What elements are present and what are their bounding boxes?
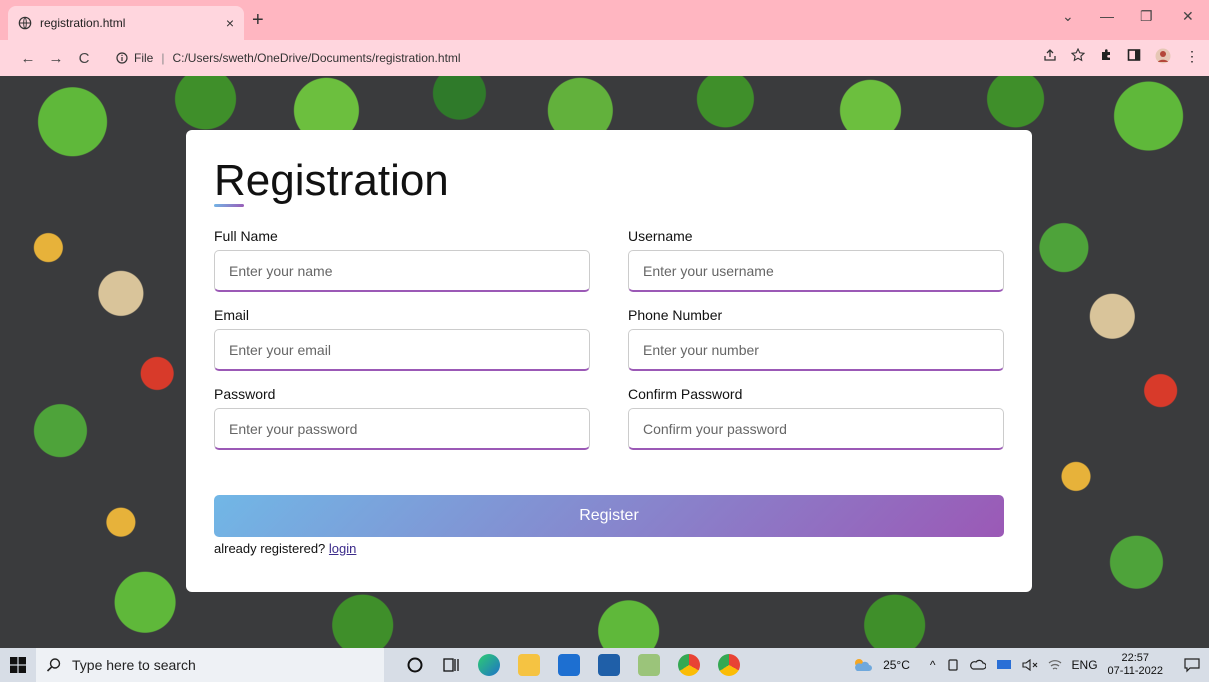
weather-icon[interactable] bbox=[851, 657, 873, 673]
login-prompt: already registered? login bbox=[214, 541, 356, 556]
cortana-icon[interactable] bbox=[406, 656, 424, 674]
windows-logo-icon bbox=[10, 657, 26, 673]
tab-close-icon[interactable]: × bbox=[226, 15, 234, 31]
password-field-group: Password bbox=[214, 386, 590, 450]
clock[interactable]: 22:57 07-11-2022 bbox=[1108, 652, 1163, 678]
edge-icon[interactable] bbox=[478, 654, 500, 676]
username-label: Username bbox=[628, 228, 693, 244]
cloud-icon[interactable] bbox=[969, 659, 986, 671]
browser-toolbar-icons: ⋮ bbox=[1043, 48, 1199, 65]
confirm-password-input[interactable] bbox=[628, 408, 1004, 450]
browser-menu-icon[interactable]: ⋮ bbox=[1185, 48, 1199, 65]
url-separator: | bbox=[161, 51, 165, 65]
mail-icon[interactable] bbox=[598, 654, 620, 676]
globe-icon bbox=[18, 16, 32, 30]
taskbar-apps bbox=[406, 654, 740, 676]
confirm-password-field-group: Confirm Password bbox=[628, 386, 1004, 450]
password-label: Password bbox=[214, 386, 276, 402]
url-scheme: File bbox=[134, 51, 154, 65]
full-name-input[interactable] bbox=[214, 250, 590, 292]
chrome-icon[interactable] bbox=[678, 654, 700, 676]
close-window-button[interactable]: ✕ bbox=[1182, 8, 1194, 25]
phone-input[interactable] bbox=[628, 329, 1004, 371]
title-underline bbox=[214, 204, 244, 207]
username-field-group: Username bbox=[628, 228, 1004, 292]
email-field-group: Email bbox=[214, 307, 590, 371]
phone-label: Phone Number bbox=[628, 307, 723, 323]
forward-button[interactable]: → bbox=[42, 50, 70, 67]
extensions-icon[interactable] bbox=[1099, 48, 1113, 62]
volume-muted-icon[interactable] bbox=[1021, 659, 1038, 671]
store-icon[interactable] bbox=[558, 654, 580, 676]
url-path: C:/Users/sweth/OneDrive/Documents/regist… bbox=[172, 51, 461, 65]
weather-temp: 25°C bbox=[883, 658, 910, 672]
share-icon[interactable] bbox=[1043, 48, 1057, 62]
restore-button[interactable]: ❐ bbox=[1140, 8, 1153, 25]
start-button[interactable] bbox=[0, 657, 36, 673]
reload-button[interactable]: C bbox=[70, 50, 98, 67]
register-button[interactable]: Register bbox=[214, 495, 1004, 537]
wifi-icon[interactable] bbox=[1048, 659, 1062, 671]
taskbar-search[interactable]: Type here to search bbox=[36, 648, 384, 682]
login-prompt-text: already registered? bbox=[214, 541, 326, 556]
bookmark-star-icon[interactable] bbox=[1071, 48, 1085, 62]
taskbar-search-placeholder: Type here to search bbox=[72, 657, 196, 673]
browser-tab[interactable]: registration.html × bbox=[8, 6, 244, 40]
minimize-button[interactable]: — bbox=[1100, 8, 1114, 24]
page-title: Registration bbox=[214, 156, 449, 205]
chevron-down-icon[interactable]: ⌄ bbox=[1062, 8, 1074, 25]
system-tray: 25°C ^ ENG 22:57 07-11-2022 bbox=[851, 648, 1201, 682]
email-label: Email bbox=[214, 307, 250, 323]
file-explorer-icon[interactable] bbox=[518, 654, 540, 676]
tray-chevron-icon[interactable]: ^ bbox=[930, 658, 936, 672]
username-input[interactable] bbox=[628, 250, 1004, 292]
full-name-label: Full Name bbox=[214, 228, 278, 244]
confirm-password-label: Confirm Password bbox=[628, 386, 743, 402]
phone-field-group: Phone Number bbox=[628, 307, 1004, 371]
info-icon bbox=[116, 52, 128, 64]
clock-date: 07-11-2022 bbox=[1107, 665, 1163, 677]
avatar[interactable] bbox=[1155, 48, 1171, 64]
browser-tab-bar: registration.html × + ⌄ — ❐ ✕ bbox=[0, 0, 1209, 40]
registration-card: Registration Full Name Username Email Ph… bbox=[186, 130, 1032, 592]
notifications-icon[interactable] bbox=[1183, 657, 1201, 673]
page-background: Registration Full Name Username Email Ph… bbox=[0, 76, 1209, 648]
email-input[interactable] bbox=[214, 329, 590, 371]
url-field[interactable]: File | C:/Users/sweth/OneDrive/Documents… bbox=[108, 45, 1008, 71]
language-indicator[interactable]: ENG bbox=[1072, 658, 1098, 672]
taskbar: Type here to search 25°C ^ ENG 22:57 07-… bbox=[0, 648, 1209, 682]
password-input[interactable] bbox=[214, 408, 590, 450]
photos-icon[interactable] bbox=[638, 654, 660, 676]
full-name-field-group: Full Name bbox=[214, 228, 590, 292]
meet-now-icon[interactable] bbox=[946, 658, 960, 672]
chrome-profile-icon[interactable] bbox=[718, 654, 740, 676]
search-icon bbox=[46, 658, 61, 672]
task-view-icon[interactable] bbox=[442, 656, 460, 674]
login-link[interactable]: login bbox=[329, 541, 356, 556]
new-tab-button[interactable]: + bbox=[252, 10, 264, 30]
sidepanel-icon[interactable] bbox=[1127, 48, 1141, 62]
address-bar-row: ← → C File | C:/Users/sweth/OneDrive/Doc… bbox=[0, 40, 1209, 76]
clock-time: 22:57 bbox=[1121, 652, 1150, 664]
network-icon[interactable] bbox=[996, 659, 1012, 671]
tab-title: registration.html bbox=[40, 16, 126, 30]
back-button[interactable]: ← bbox=[14, 50, 42, 67]
